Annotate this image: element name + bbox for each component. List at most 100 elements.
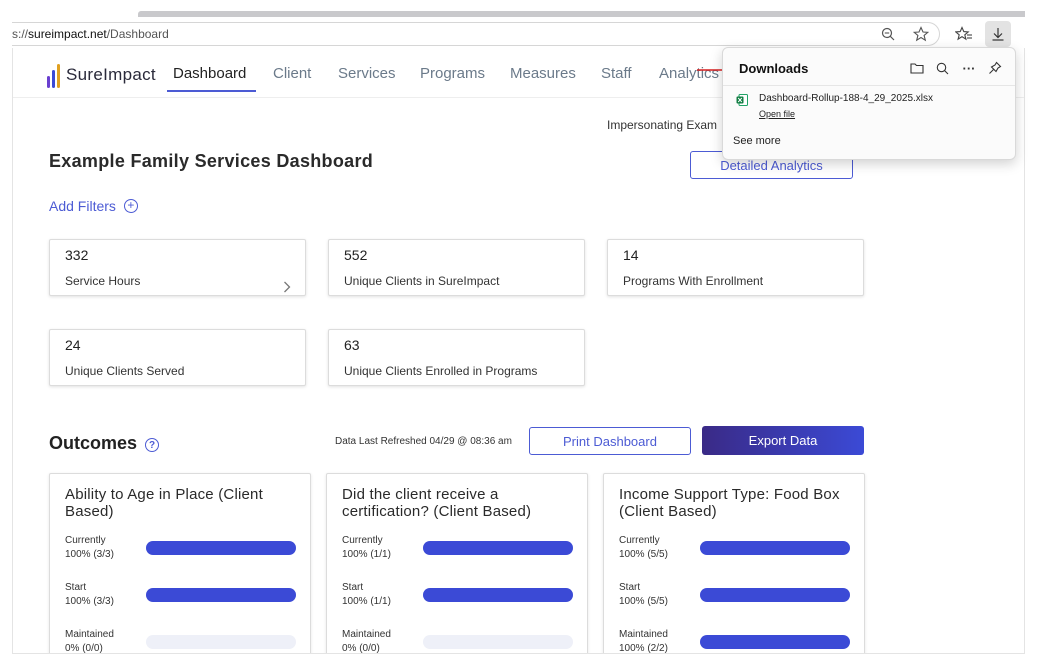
downloads-divider bbox=[723, 85, 1015, 86]
address-bar[interactable]: s://sureimpact.net/Dashboard bbox=[12, 22, 940, 46]
progress-bar-track bbox=[700, 541, 850, 555]
nav-programs[interactable]: Programs bbox=[420, 65, 485, 82]
progress-bar-fill bbox=[146, 588, 296, 602]
logo-text: SureImpact bbox=[66, 65, 156, 84]
progress-bar-fill bbox=[146, 541, 296, 555]
progress-bar-fill bbox=[700, 635, 850, 649]
search-icon[interactable] bbox=[930, 57, 954, 79]
stat-label: Unique Clients Served bbox=[65, 364, 185, 378]
stat-label: Unique Clients Enrolled in Programs bbox=[344, 364, 538, 378]
page-title: Example Family Services Dashboard bbox=[49, 151, 374, 171]
outcome-row-value: 100% (5/5) bbox=[619, 549, 668, 560]
nav-services[interactable]: Services bbox=[338, 65, 396, 82]
outcome-row-name: Maintained bbox=[619, 629, 668, 640]
outcome-row-value: 100% (2/2) bbox=[619, 643, 668, 654]
outcome-row: Start 100% (1/1) bbox=[342, 581, 574, 611]
progress-bar-track bbox=[146, 588, 296, 602]
outcome-row: Currently 100% (3/3) bbox=[65, 534, 297, 564]
outcome-row-label: Start 100% (3/3) bbox=[65, 581, 114, 609]
outcome-row-name: Currently bbox=[65, 535, 106, 546]
nav-measures[interactable]: Measures bbox=[510, 65, 576, 82]
outcome-row-name: Start bbox=[65, 582, 87, 593]
data-refreshed-text: Data Last Refreshed 04/29 @ 08:36 am bbox=[335, 436, 512, 447]
stat-value: 332 bbox=[65, 247, 89, 263]
export-data-button[interactable]: Export Data bbox=[702, 426, 864, 455]
download-icon[interactable] bbox=[985, 21, 1011, 47]
stat-value: 24 bbox=[65, 337, 81, 353]
outcome-row: Maintained 100% (2/2) bbox=[619, 628, 851, 654]
outcome-row-label: Currently 100% (5/5) bbox=[619, 534, 668, 562]
progress-bar-fill bbox=[423, 588, 573, 602]
progress-bar-track bbox=[423, 588, 573, 602]
add-filters-link[interactable]: Add Filters + bbox=[49, 198, 138, 214]
outcome-row-name: Start bbox=[619, 582, 641, 593]
see-more-link[interactable]: See more bbox=[733, 135, 781, 147]
outcome-card: Ability to Age in Place (Client Based) Cu… bbox=[49, 473, 311, 653]
zoom-out-icon[interactable] bbox=[875, 21, 901, 47]
outcome-row: Currently 100% (5/5) bbox=[619, 534, 851, 564]
outcome-card: Income Support Type: Food Box (Client Ba… bbox=[603, 473, 865, 654]
stat-card-programs-enrollment: 14 Programs With Enrollment bbox=[607, 239, 864, 296]
outcome-row-label: Currently 100% (3/3) bbox=[65, 534, 114, 562]
outcome-row: Currently 100% (1/1) bbox=[342, 534, 574, 564]
active-nav-indicator bbox=[167, 90, 256, 92]
progress-bar-fill bbox=[423, 541, 573, 555]
add-filters-label: Add Filters bbox=[49, 198, 116, 214]
stat-card-clients-enrolled: 63 Unique Clients Enrolled in Programs bbox=[328, 329, 585, 386]
outcome-row-name: Currently bbox=[619, 535, 660, 546]
url-text[interactable]: s://sureimpact.net/Dashboard bbox=[12, 27, 169, 41]
stat-card-service-hours[interactable]: 332 Service Hours bbox=[49, 239, 306, 296]
stat-value: 552 bbox=[344, 247, 368, 263]
outcome-row-label: Start 100% (1/1) bbox=[342, 581, 391, 609]
stat-label: Programs With Enrollment bbox=[623, 274, 764, 288]
stat-value: 14 bbox=[623, 247, 639, 263]
excel-file-icon bbox=[736, 94, 748, 106]
pin-icon[interactable] bbox=[983, 57, 1007, 79]
progress-bar-track bbox=[700, 635, 850, 649]
tab-bar bbox=[138, 11, 1025, 17]
outcome-row: Maintained 0% (0/0) bbox=[342, 628, 574, 654]
print-dashboard-button[interactable]: Print Dashboard bbox=[529, 427, 691, 455]
downloads-title: Downloads bbox=[739, 61, 809, 76]
plus-circle-icon: + bbox=[123, 199, 138, 213]
open-file-link[interactable]: Open file bbox=[759, 109, 795, 119]
stat-label: Unique Clients in SureImpact bbox=[344, 274, 500, 288]
outcome-row-name: Maintained bbox=[342, 629, 391, 640]
outcome-row-label: Maintained 0% (0/0) bbox=[342, 628, 391, 654]
progress-bar-track bbox=[146, 635, 296, 649]
outcome-row-value: 0% (0/0) bbox=[342, 643, 380, 654]
outcome-row: Maintained 0% (0/0) bbox=[65, 628, 297, 653]
outcome-card-title: Ability to Age in Place (Client Based) bbox=[65, 486, 263, 520]
progress-bar-fill bbox=[700, 588, 850, 602]
outcome-row-name: Currently bbox=[342, 535, 383, 546]
help-icon[interactable]: ? bbox=[145, 438, 160, 452]
nav-dashboard[interactable]: Dashboard bbox=[173, 65, 246, 82]
outcome-row-value: 100% (3/3) bbox=[65, 549, 114, 560]
more-options-icon[interactable]: ··· bbox=[957, 57, 981, 79]
outcome-row-value: 100% (3/3) bbox=[65, 596, 114, 607]
nav-staff[interactable]: Staff bbox=[601, 65, 632, 82]
progress-bar-track bbox=[700, 588, 850, 602]
outcome-card: Did the client receive a certification? … bbox=[326, 473, 588, 654]
folder-icon[interactable] bbox=[905, 57, 929, 79]
outcome-row-label: Maintained 100% (2/2) bbox=[619, 628, 668, 654]
favorites-icon[interactable] bbox=[951, 21, 977, 47]
outcome-row-label: Currently 100% (1/1) bbox=[342, 534, 391, 562]
stat-value: 63 bbox=[344, 337, 360, 353]
stat-card-unique-clients: 552 Unique Clients in SureImpact bbox=[328, 239, 585, 296]
outcome-row-name: Start bbox=[342, 582, 364, 593]
outcome-row-value: 100% (1/1) bbox=[342, 549, 391, 560]
outcome-row-label: Maintained 0% (0/0) bbox=[65, 628, 114, 653]
chevron-right-icon[interactable] bbox=[283, 280, 291, 296]
sureimpact-logo[interactable]: SureImpact bbox=[47, 62, 156, 88]
nav-client[interactable]: Client bbox=[273, 65, 311, 82]
outcome-row: Start 100% (5/5) bbox=[619, 581, 851, 611]
stat-card-clients-served: 24 Unique Clients Served bbox=[49, 329, 306, 386]
impersonating-text: Impersonating Exam bbox=[607, 118, 718, 132]
progress-bar-fill bbox=[700, 541, 850, 555]
download-file-name[interactable]: Dashboard-Rollup-188-4_29_2025.xlsx bbox=[759, 93, 933, 104]
progress-bar-track bbox=[423, 541, 573, 555]
star-icon[interactable] bbox=[908, 21, 934, 47]
outcome-row-value: 100% (5/5) bbox=[619, 596, 668, 607]
tab-strip bbox=[12, 0, 1025, 18]
